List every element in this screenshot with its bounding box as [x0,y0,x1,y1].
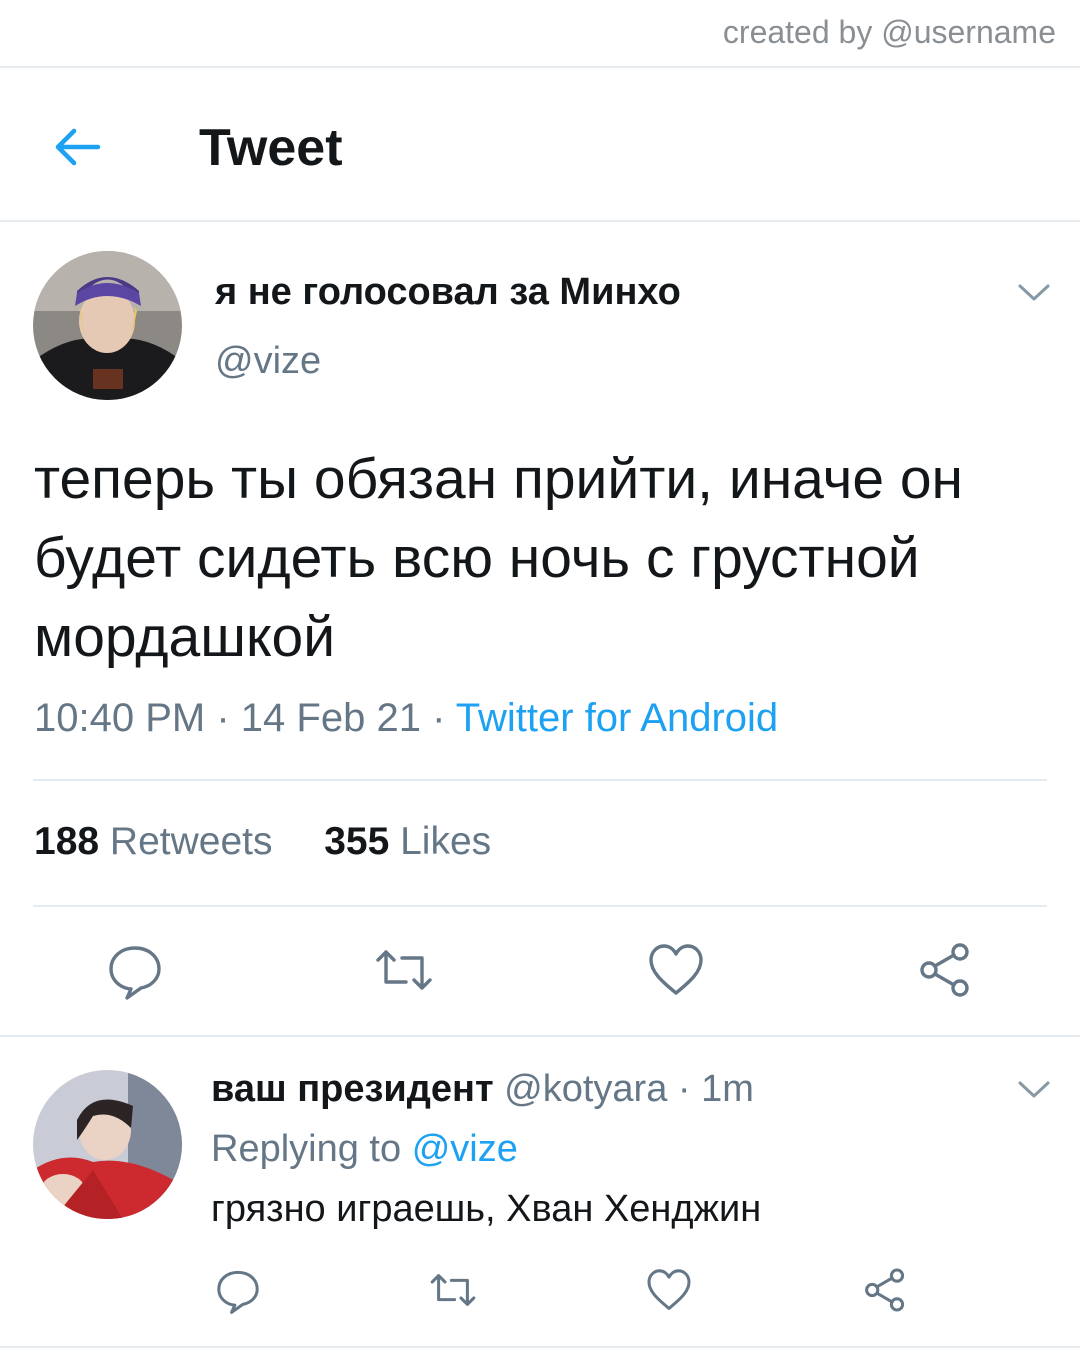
divider [0,1035,1080,1037]
reply-author-avatar[interactable] [33,1070,182,1219]
divider [0,1346,1080,1348]
reply-author-handle[interactable]: @kotyara [504,1068,667,1110]
divider [0,66,1080,68]
like-button[interactable] [646,940,706,1000]
heart-icon [649,944,703,995]
author-name[interactable]: я не голосовал за Минхо [215,271,681,314]
separator: · [216,696,230,740]
likes-stat[interactable]: 355 Likes [324,820,491,863]
tweet-text: теперь ты обязан прийти, иначе он будет … [34,447,964,669]
comment-icon [109,946,161,1000]
retweet-icon [376,950,432,990]
back-button[interactable] [52,122,102,172]
replying-handle-link[interactable]: @vize [412,1128,518,1170]
reply-header: ваш президент @kotyara · 1m [211,1068,754,1111]
retweets-label: Retweets [109,820,273,863]
replying-to: Replying to @vize [211,1128,518,1171]
retweet-icon [430,1274,476,1306]
chevron-down-icon [1018,1081,1050,1098]
reply-like-button[interactable] [645,1266,693,1314]
heart-icon [647,1269,691,1310]
tweet-time: 10:40 PM [34,696,206,740]
reply-button[interactable] [105,940,165,1000]
separator: · [432,696,446,740]
reply-retweet-button[interactable] [429,1266,477,1314]
retweet-button[interactable] [374,940,434,1000]
tweet-source-link[interactable]: Twitter for Android [456,696,778,740]
likes-label: Likes [400,820,492,863]
divider [0,220,1080,222]
tweet-date: 14 Feb 21 [240,696,421,740]
page-title: Tweet [199,119,343,177]
tweet-meta: 10:40 PM · 14 Feb 21 · Twitter for Andro… [34,696,778,741]
reply-text: грязно играешь, Хван Хенджин [211,1188,762,1230]
share-button[interactable] [915,940,975,1000]
retweets-stat[interactable]: 188 Retweets [34,820,273,863]
author-avatar[interactable] [33,251,182,400]
reply-menu-button[interactable] [1017,1079,1051,1101]
share-icon [865,1268,905,1312]
reply-author-name[interactable]: ваш президент [211,1068,494,1110]
replying-label: Replying to [211,1128,402,1170]
separator: · [677,1068,691,1110]
author-handle[interactable]: @vize [215,340,321,383]
divider [33,905,1047,907]
comment-icon [217,1270,259,1314]
arrow-left-icon [55,128,101,166]
divider [33,779,1047,781]
share-icon [920,943,969,997]
tweet-stats: 188 Retweets 355 Likes [34,820,491,864]
chevron-down-icon [1018,284,1050,301]
reply-reply-button[interactable] [214,1266,262,1314]
reply-share-button[interactable] [861,1266,909,1314]
likes-count: 355 [324,820,390,863]
watermark: created by @username [722,14,1056,50]
retweets-count: 188 [34,820,100,863]
tweet-menu-button[interactable] [1017,282,1051,304]
reply-time: 1m [701,1068,754,1110]
